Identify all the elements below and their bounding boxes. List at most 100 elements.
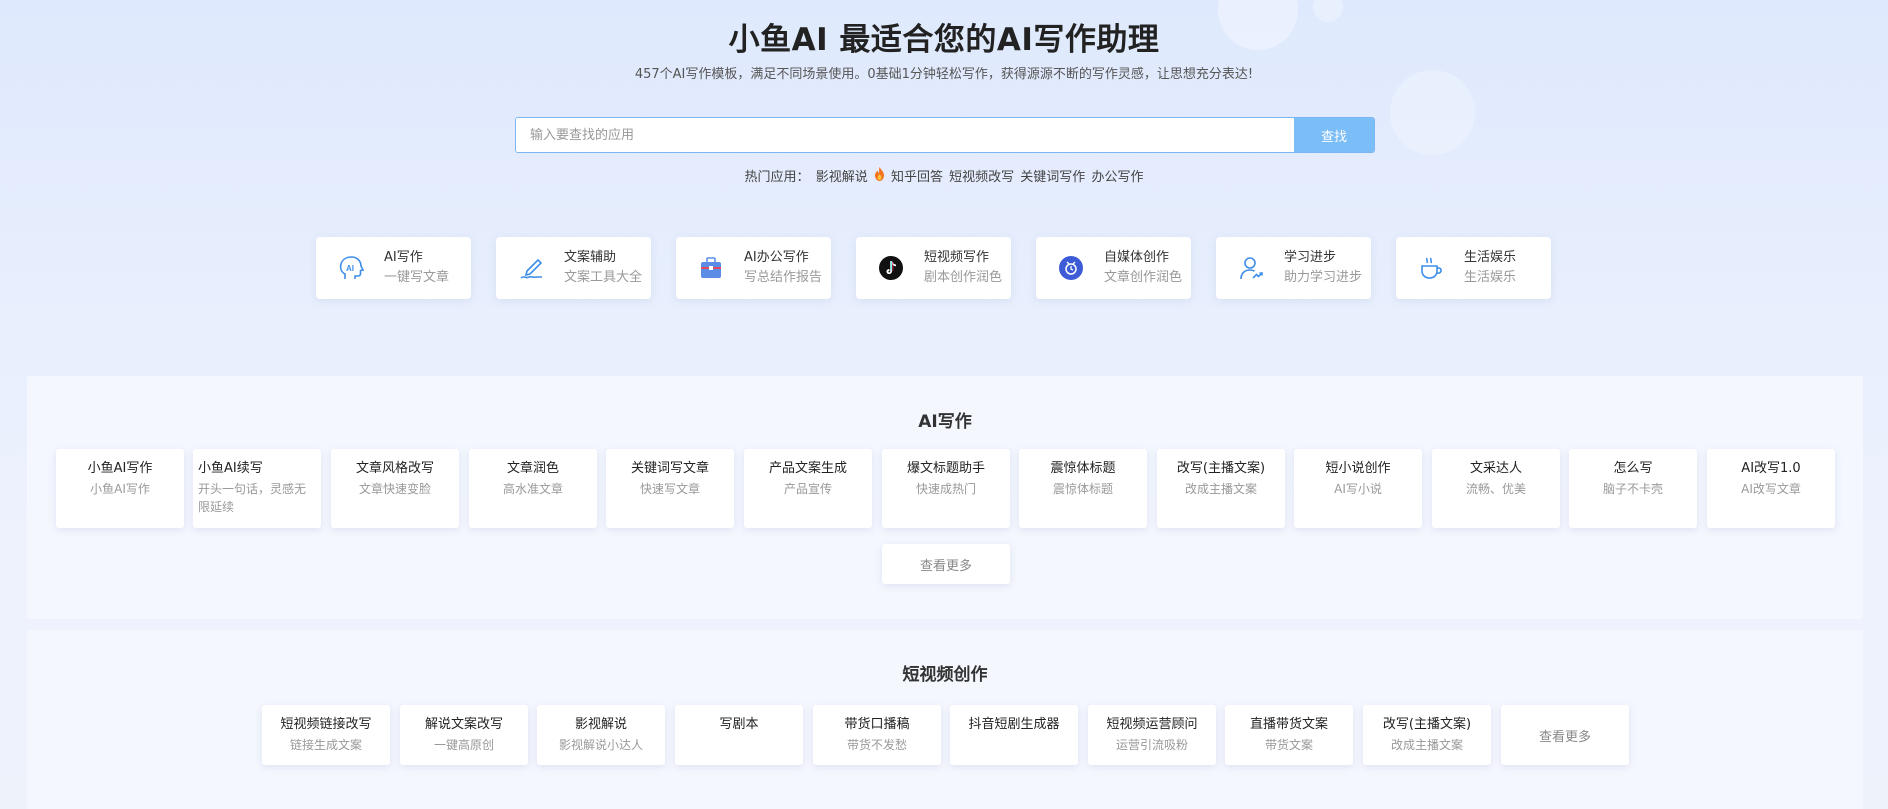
tool-name: 短小说创作 (1325, 461, 1391, 476)
tool-desc: 开头一句话，灵感无限延续 (198, 482, 307, 514)
category-name: AI写作 (384, 250, 423, 265)
tool-desc: 一键高原创 (433, 738, 494, 752)
tool-name: 文采达人 (1469, 461, 1522, 476)
category-card-self-media[interactable]: 自媒体创作 文章创作润色 (1036, 237, 1191, 299)
decor-hexagon (1390, 70, 1475, 155)
tool-card[interactable]: 直播带货文案 带货文案 (1225, 705, 1353, 765)
tool-card[interactable]: 影视解说 影视解说小达人 (537, 705, 665, 765)
tool-desc: 运营引流吸粉 (1115, 738, 1188, 752)
category-name: 短视频写作 (924, 250, 990, 265)
hot-app-link[interactable]: 影视解说 (816, 170, 868, 185)
search-bar: 查找 (515, 117, 1375, 153)
tool-card[interactable]: 短视频运营顾问 运营引流吸粉 (1088, 705, 1216, 765)
tool-card[interactable]: 解说文案改写 一键高原创 (400, 705, 528, 765)
category-card-life[interactable]: 生活娱乐 生活娱乐 (1396, 237, 1551, 299)
category-card-study[interactable]: 学习进步 助力学习进步 (1216, 237, 1371, 299)
pen-write-icon (516, 253, 546, 283)
tool-name: AI改写1.0 (1741, 461, 1801, 476)
tool-name: 怎么写 (1613, 461, 1653, 476)
category-name: 自媒体创作 (1104, 250, 1170, 265)
hot-app-link[interactable]: 知乎回答 (891, 170, 943, 185)
media-icon (1056, 253, 1086, 283)
tool-name: 文章润色 (506, 461, 559, 476)
tool-card[interactable]: 怎么写 脑子不卡壳 (1569, 449, 1697, 528)
tool-card[interactable]: 爆文标题助手 快速成热门 (882, 449, 1010, 528)
search-input[interactable] (516, 118, 1294, 152)
category-desc: 文章创作润色 (1104, 270, 1183, 285)
tool-desc: 小鱼AI写作 (90, 482, 150, 496)
tool-card[interactable]: 抖音短剧生成器 (950, 705, 1078, 765)
tool-name: 小鱼AI续写 (198, 461, 263, 476)
category-desc: 生活娱乐 (1464, 270, 1517, 285)
ai-head-icon: AI (336, 253, 366, 283)
view-more-button[interactable]: 查看更多 (882, 544, 1010, 584)
tool-card[interactable]: 改写(主播文案) 改成主播文案 (1363, 705, 1491, 765)
tool-desc: 链接生成文案 (289, 738, 362, 752)
hot-app-link[interactable]: 短视频改写 (949, 170, 1014, 185)
tiktok-icon (876, 253, 906, 283)
tool-name: 爆文标题助手 (906, 461, 985, 476)
category-desc: 助力学习进步 (1284, 270, 1363, 285)
tool-name: 解说文案改写 (424, 717, 503, 732)
tool-desc: 快速写文章 (639, 482, 700, 496)
tool-card[interactable]: AI改写1.0 AI改写文章 (1707, 449, 1835, 528)
search-button[interactable]: 查找 (1294, 118, 1374, 152)
fire-icon (874, 167, 889, 185)
category-card-copy-assist[interactable]: 文案辅助 文案工具大全 (496, 237, 651, 299)
tool-desc: 改成主播文案 (1184, 482, 1257, 496)
tool-card[interactable]: 文章风格改写 文章快速变脸 (331, 449, 459, 528)
tool-card[interactable]: 文采达人 流畅、优美 (1432, 449, 1560, 528)
tool-card[interactable]: 小鱼AI续写 开头一句话，灵感无限延续 (193, 449, 321, 528)
tool-desc: 文章快速变脸 (358, 482, 431, 496)
tool-card[interactable]: 震惊体标题 震惊体标题 (1019, 449, 1147, 528)
tool-name: 文章风格改写 (355, 461, 434, 476)
view-more-button[interactable]: 查看更多 (1501, 705, 1629, 765)
tool-card[interactable]: 改写(主播文案) 改成主播文案 (1157, 449, 1285, 528)
tool-desc: 震惊体标题 (1052, 482, 1113, 496)
category-row: AI AI写作 一键写文章 文案辅助 文案工具大全 AI办公写作 写总结作报告 … (316, 237, 1551, 299)
tool-name: 带货口播稿 (844, 717, 910, 732)
tool-desc: 产品宣传 (783, 482, 832, 496)
tool-desc: AI改写文章 (1741, 482, 1801, 496)
category-card-office[interactable]: AI办公写作 写总结作报告 (676, 237, 831, 299)
tool-card[interactable]: 产品文案生成 产品宣传 (744, 449, 872, 528)
tool-desc: 改成主播文案 (1390, 738, 1463, 752)
page-title: 小鱼AI 最适合您的AI写作助理 (728, 22, 1160, 58)
category-desc: 文案工具大全 (564, 270, 643, 285)
tool-desc: 影视解说小达人 (558, 738, 643, 752)
category-desc: 剧本创作润色 (924, 270, 1003, 285)
coffee-cup-icon (1416, 253, 1446, 283)
briefcase-icon (696, 253, 726, 283)
section-title: AI写作 (918, 412, 972, 432)
hot-app-link[interactable]: 关键词写作 (1020, 170, 1085, 185)
tool-card[interactable]: 带货口播稿 带货不发愁 (813, 705, 941, 765)
tool-name: 抖音短剧生成器 (968, 717, 1060, 732)
hot-app-link[interactable]: 办公写作 (1091, 170, 1143, 185)
tool-card[interactable]: 小鱼AI写作 小鱼AI写作 (56, 449, 184, 528)
tool-desc: AI写小说 (1334, 482, 1382, 496)
tool-desc: 带货不发愁 (846, 738, 907, 752)
hot-apps: 热门应用： 影视解说 知乎回答 短视频改写 关键词写作 办公写作 (0, 166, 1888, 185)
tool-card[interactable]: 短小说创作 AI写小说 (1294, 449, 1422, 528)
tool-name: 小鱼AI写作 (87, 461, 153, 476)
tool-name: 关键词写文章 (630, 461, 709, 476)
category-name: 生活娱乐 (1464, 250, 1517, 265)
category-card-ai-writing[interactable]: AI AI写作 一键写文章 (316, 237, 471, 299)
category-name: AI办公写作 (744, 250, 809, 265)
user-growth-icon (1236, 253, 1266, 283)
tool-name: 震惊体标题 (1050, 461, 1116, 476)
tool-name: 短视频链接改写 (280, 717, 372, 732)
hot-apps-label: 热门应用： (744, 170, 810, 185)
tool-name: 短视频运营顾问 (1106, 717, 1198, 732)
page-subtitle: 457个AI写作模板，满足不同场景使用。0基础1分钟轻松写作，获得源源不断的写作… (634, 67, 1254, 82)
category-desc: 一键写文章 (384, 270, 450, 285)
section-short-video: 短视频创作 短视频链接改写 链接生成文案 解说文案改写 一键高原创 影视解说 影… (27, 630, 1863, 809)
category-card-short-video[interactable]: 短视频写作 剧本创作润色 (856, 237, 1011, 299)
section-title: 短视频创作 (902, 665, 988, 685)
tool-card[interactable]: 关键词写文章 快速写文章 (606, 449, 734, 528)
tool-card[interactable]: 文章润色 高水准文章 (469, 449, 597, 528)
tool-name: 影视解说 (574, 717, 627, 732)
tool-card[interactable]: 写剧本 (675, 705, 803, 765)
tool-name: 改写(主播文案) (1382, 717, 1472, 732)
tool-card[interactable]: 短视频链接改写 链接生成文案 (262, 705, 390, 765)
